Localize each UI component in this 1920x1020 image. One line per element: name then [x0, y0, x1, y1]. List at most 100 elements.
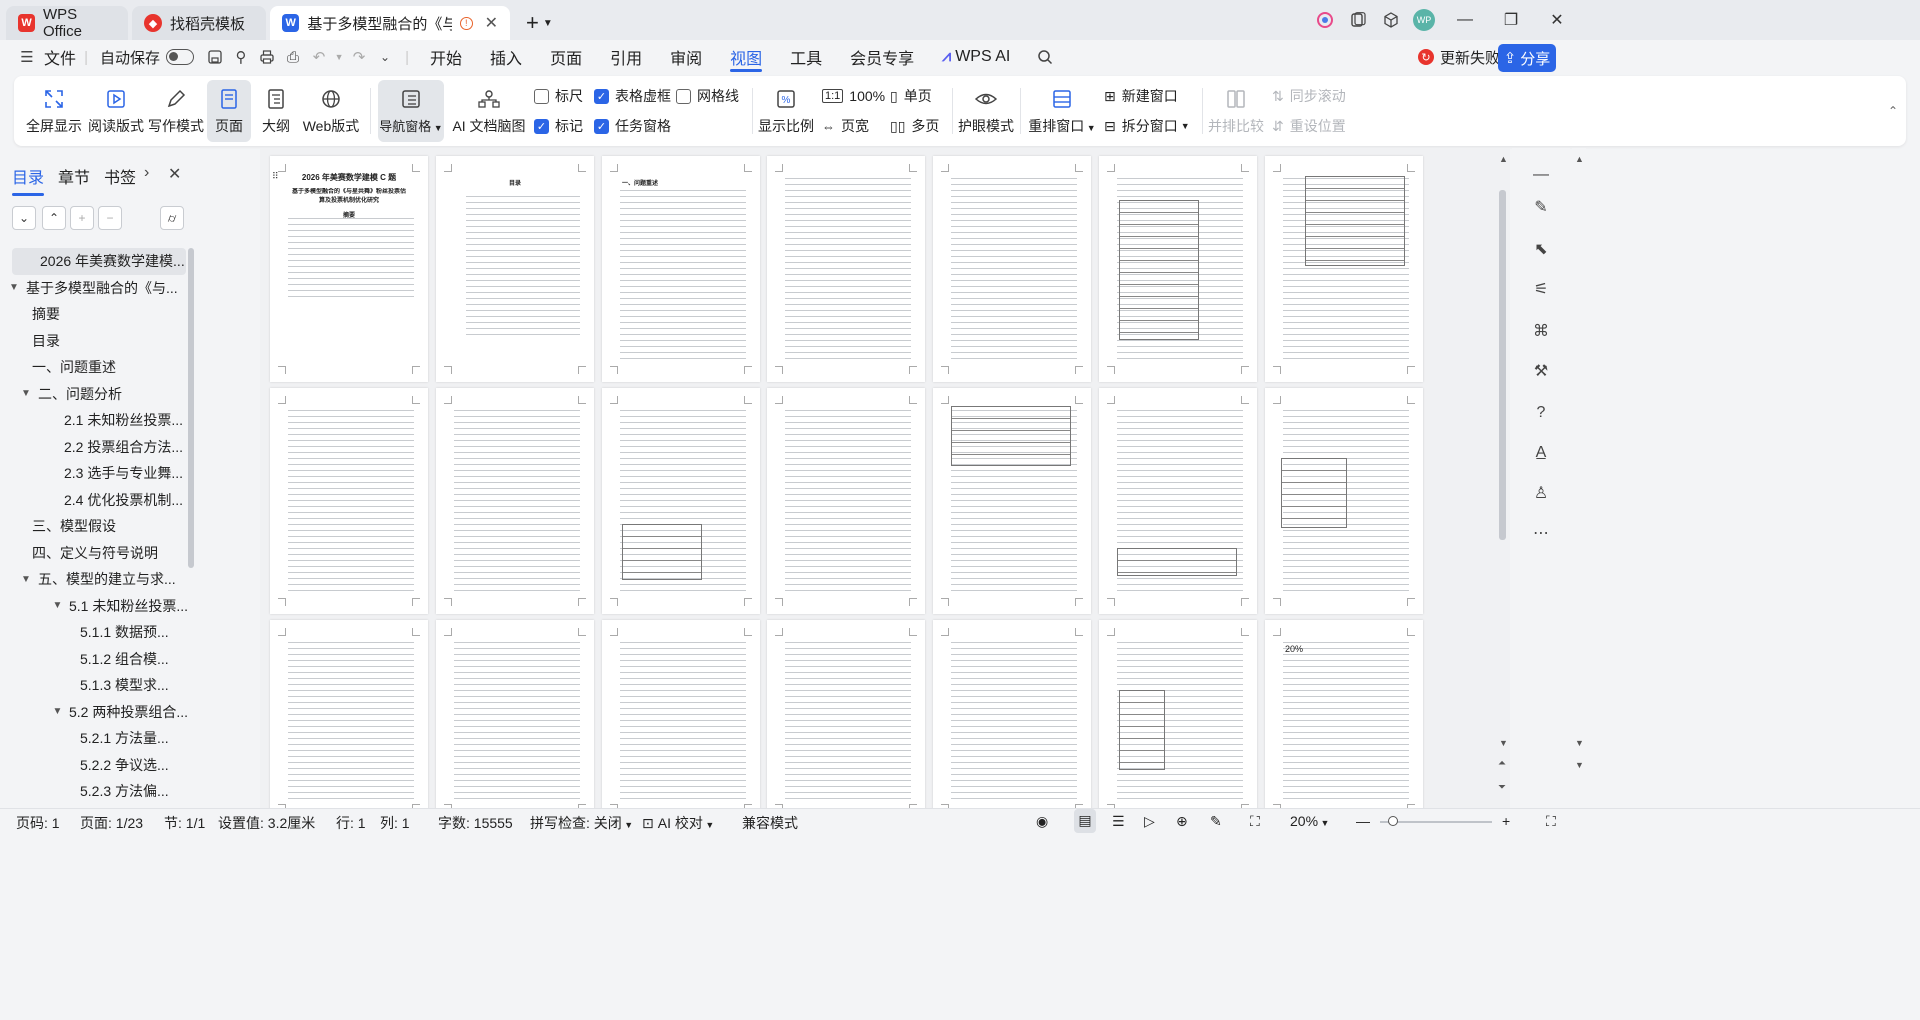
task-pane-checkbox[interactable]: ✓ 任务窗格	[594, 114, 671, 138]
add-heading-button[interactable]: +	[70, 206, 94, 230]
outline-status-icon[interactable]: ☰	[1112, 813, 1125, 830]
page-view-status-icon[interactable]: ▤	[1074, 809, 1096, 833]
undo-icon[interactable]: ↶	[306, 44, 332, 70]
avatar[interactable]: WP	[1406, 0, 1442, 40]
menu-member[interactable]: 会员专享	[836, 40, 928, 74]
document-scrollbar[interactable]: ▲ ▼ ⏶ ⏷	[1496, 148, 1510, 808]
page-thumbnail[interactable]: 2026 年美赛数学建模 C 题基于多模型融合的《与星共舞》粉丝投票估算及投票机…	[270, 156, 428, 382]
tab-bookmarks[interactable]: 书签	[104, 164, 136, 188]
toc-item[interactable]: ▼ 基于多模型融合的《与...	[0, 275, 188, 302]
collapse-sidebar-icon[interactable]: —	[1530, 164, 1552, 186]
restore-icon[interactable]: ❐	[1488, 0, 1534, 40]
zoom-slider-handle[interactable]	[1388, 816, 1398, 826]
page-thumbnail[interactable]	[1099, 156, 1257, 382]
toc-item[interactable]: 2026 年美赛数学建模...	[12, 248, 186, 275]
tab-chapters[interactable]: 章节	[58, 164, 90, 188]
toc-item[interactable]: ▼ 5.1 未知粉丝投票...	[0, 593, 188, 620]
ai-assistant-icon[interactable]	[1310, 0, 1340, 40]
page-thumbnail[interactable]	[933, 388, 1091, 614]
window-layout-icon[interactable]	[1340, 0, 1376, 40]
play-icon[interactable]: ▷	[1144, 813, 1155, 830]
print-preview-icon[interactable]: ⎙	[280, 44, 306, 70]
scroll-down-icon[interactable]: ▼	[1575, 760, 1584, 770]
page-thumbnail[interactable]	[1265, 388, 1423, 614]
scroll-down-icon[interactable]: ▼	[1499, 738, 1508, 748]
zoom-100-button[interactable]: 1:1 100%	[822, 84, 885, 108]
toc-scrollbar[interactable]	[188, 248, 194, 568]
reading-mode-button[interactable]: 阅读版式	[88, 80, 144, 142]
eye-mode-icon[interactable]: ◉	[1036, 813, 1048, 830]
shirt-icon[interactable]: ♙	[1530, 482, 1552, 504]
scroll-up-icon[interactable]: ▲	[1499, 154, 1508, 164]
toc-item[interactable]: 5.1.3 模型求...	[0, 672, 188, 699]
scroll-thumb[interactable]	[1499, 190, 1506, 540]
rearrange-windows-button[interactable]: 重排窗口 ▼	[1028, 80, 1096, 142]
remove-heading-button[interactable]: −	[98, 206, 122, 230]
close-pane-icon[interactable]: ✕	[168, 164, 181, 184]
menu-insert[interactable]: 插入	[476, 40, 536, 74]
edit-icon[interactable]: ✎	[1530, 196, 1552, 218]
collapse-ribbon-icon[interactable]: ⌃	[1888, 104, 1898, 118]
page-view-button[interactable]: 页面	[207, 80, 251, 142]
prev-page-icon[interactable]: ⏶	[1498, 758, 1506, 769]
toc-item[interactable]: ▼ 五、模型的建立与求...	[0, 566, 188, 593]
toc-item[interactable]: 三、模型假设	[0, 513, 188, 540]
tools-icon[interactable]: ⚒	[1530, 360, 1552, 382]
tab-toc[interactable]: 目录	[12, 164, 45, 196]
menu-view[interactable]: 视图	[716, 40, 776, 74]
ai-mindmap-button[interactable]: AI 文档脑图	[450, 80, 528, 142]
tab-wps-office[interactable]: W WPS Office	[6, 6, 128, 40]
search-icon[interactable]	[1032, 44, 1058, 70]
toc-item[interactable]: 一、问题重述	[0, 354, 188, 381]
adjust-sliders-icon[interactable]: ⚟	[1530, 278, 1552, 300]
drag-handle-icon[interactable]: ⠿	[272, 172, 279, 181]
toc-item[interactable]: 2.2 投票组合方法...	[0, 434, 188, 461]
save-icon[interactable]	[202, 44, 228, 70]
help-icon[interactable]: ?	[1530, 402, 1552, 424]
print-icon[interactable]	[254, 44, 280, 70]
page-width-button[interactable]: ⇔ 页宽	[822, 114, 869, 138]
toc-item[interactable]: 目录	[0, 328, 188, 355]
more-chevron-icon[interactable]: ⌄	[372, 44, 398, 70]
gridlines-checkbox[interactable]: 网格线	[676, 84, 739, 108]
translate-icon[interactable]: A̲	[1530, 442, 1552, 464]
expand-icon[interactable]: ⛶	[1546, 813, 1556, 830]
web-status-icon[interactable]: ⊕	[1176, 813, 1188, 830]
menu-wps-ai[interactable]: ⩘ WPS AI	[928, 40, 1024, 74]
page-thumbnail[interactable]: 一、问题重述	[602, 156, 760, 382]
zoom-ratio-button[interactable]: % 显示比例	[758, 80, 814, 142]
zoom-out-icon[interactable]: —	[1356, 813, 1370, 829]
toc-item[interactable]: 2.1 未知粉丝投票...	[0, 407, 188, 434]
more-icon[interactable]: ⋯	[1530, 522, 1552, 544]
nav-pane-button[interactable]: 导航窗格 ▼	[378, 80, 444, 142]
web-view-button[interactable]: Web版式	[302, 80, 360, 142]
side-by-side-button[interactable]: 并排比较	[1208, 80, 1264, 142]
status-pages[interactable]: 页面: 1/23	[80, 813, 143, 833]
undo-dropdown-icon[interactable]: ▼	[332, 44, 346, 70]
zoom-in-icon[interactable]: +	[1502, 813, 1510, 829]
toc-item[interactable]: 摘要	[0, 301, 188, 328]
sidebar-scrollbar[interactable]: ▲ ▼ ▼	[1572, 148, 1586, 808]
outline-view-button[interactable]: 大纲	[258, 80, 294, 142]
page-thumbnail[interactable]	[436, 620, 594, 808]
reset-position-button[interactable]: ⇵ 重设位置	[1272, 114, 1346, 138]
toc-settings-button[interactable]: ⌭	[160, 206, 184, 230]
expand-arrow-icon[interactable]: ▼	[52, 706, 63, 717]
menu-review[interactable]: 审阅	[656, 40, 716, 74]
status-spell-check[interactable]: 拼写检查: 关闭 ▼	[530, 813, 633, 833]
toc-item[interactable]: 2.3 选手与专业舞...	[0, 460, 188, 487]
toc-item[interactable]: ▼ 二、问题分析	[0, 381, 188, 408]
expand-arrow-icon[interactable]: ▼	[8, 282, 20, 293]
fullscreen-button[interactable]: 全屏显示	[26, 80, 82, 142]
page-thumbnail[interactable]	[1099, 620, 1257, 808]
page-thumbnail[interactable]	[767, 620, 925, 808]
format-painter-icon[interactable]: ⚲	[228, 44, 254, 70]
share-button[interactable]: ⇪ 分享	[1498, 44, 1556, 72]
multi-page-button[interactable]: ▯▯ 多页	[890, 114, 939, 138]
chevron-right-icon[interactable]: ›	[144, 164, 149, 182]
sync-scroll-button[interactable]: ⇅ 同步滚动	[1272, 84, 1346, 108]
page-thumbnail[interactable]	[602, 620, 760, 808]
fit-page-icon[interactable]: ⛶	[1250, 813, 1260, 830]
redo-icon[interactable]: ↷	[346, 44, 372, 70]
writing-status-icon[interactable]: ✎	[1210, 813, 1222, 830]
